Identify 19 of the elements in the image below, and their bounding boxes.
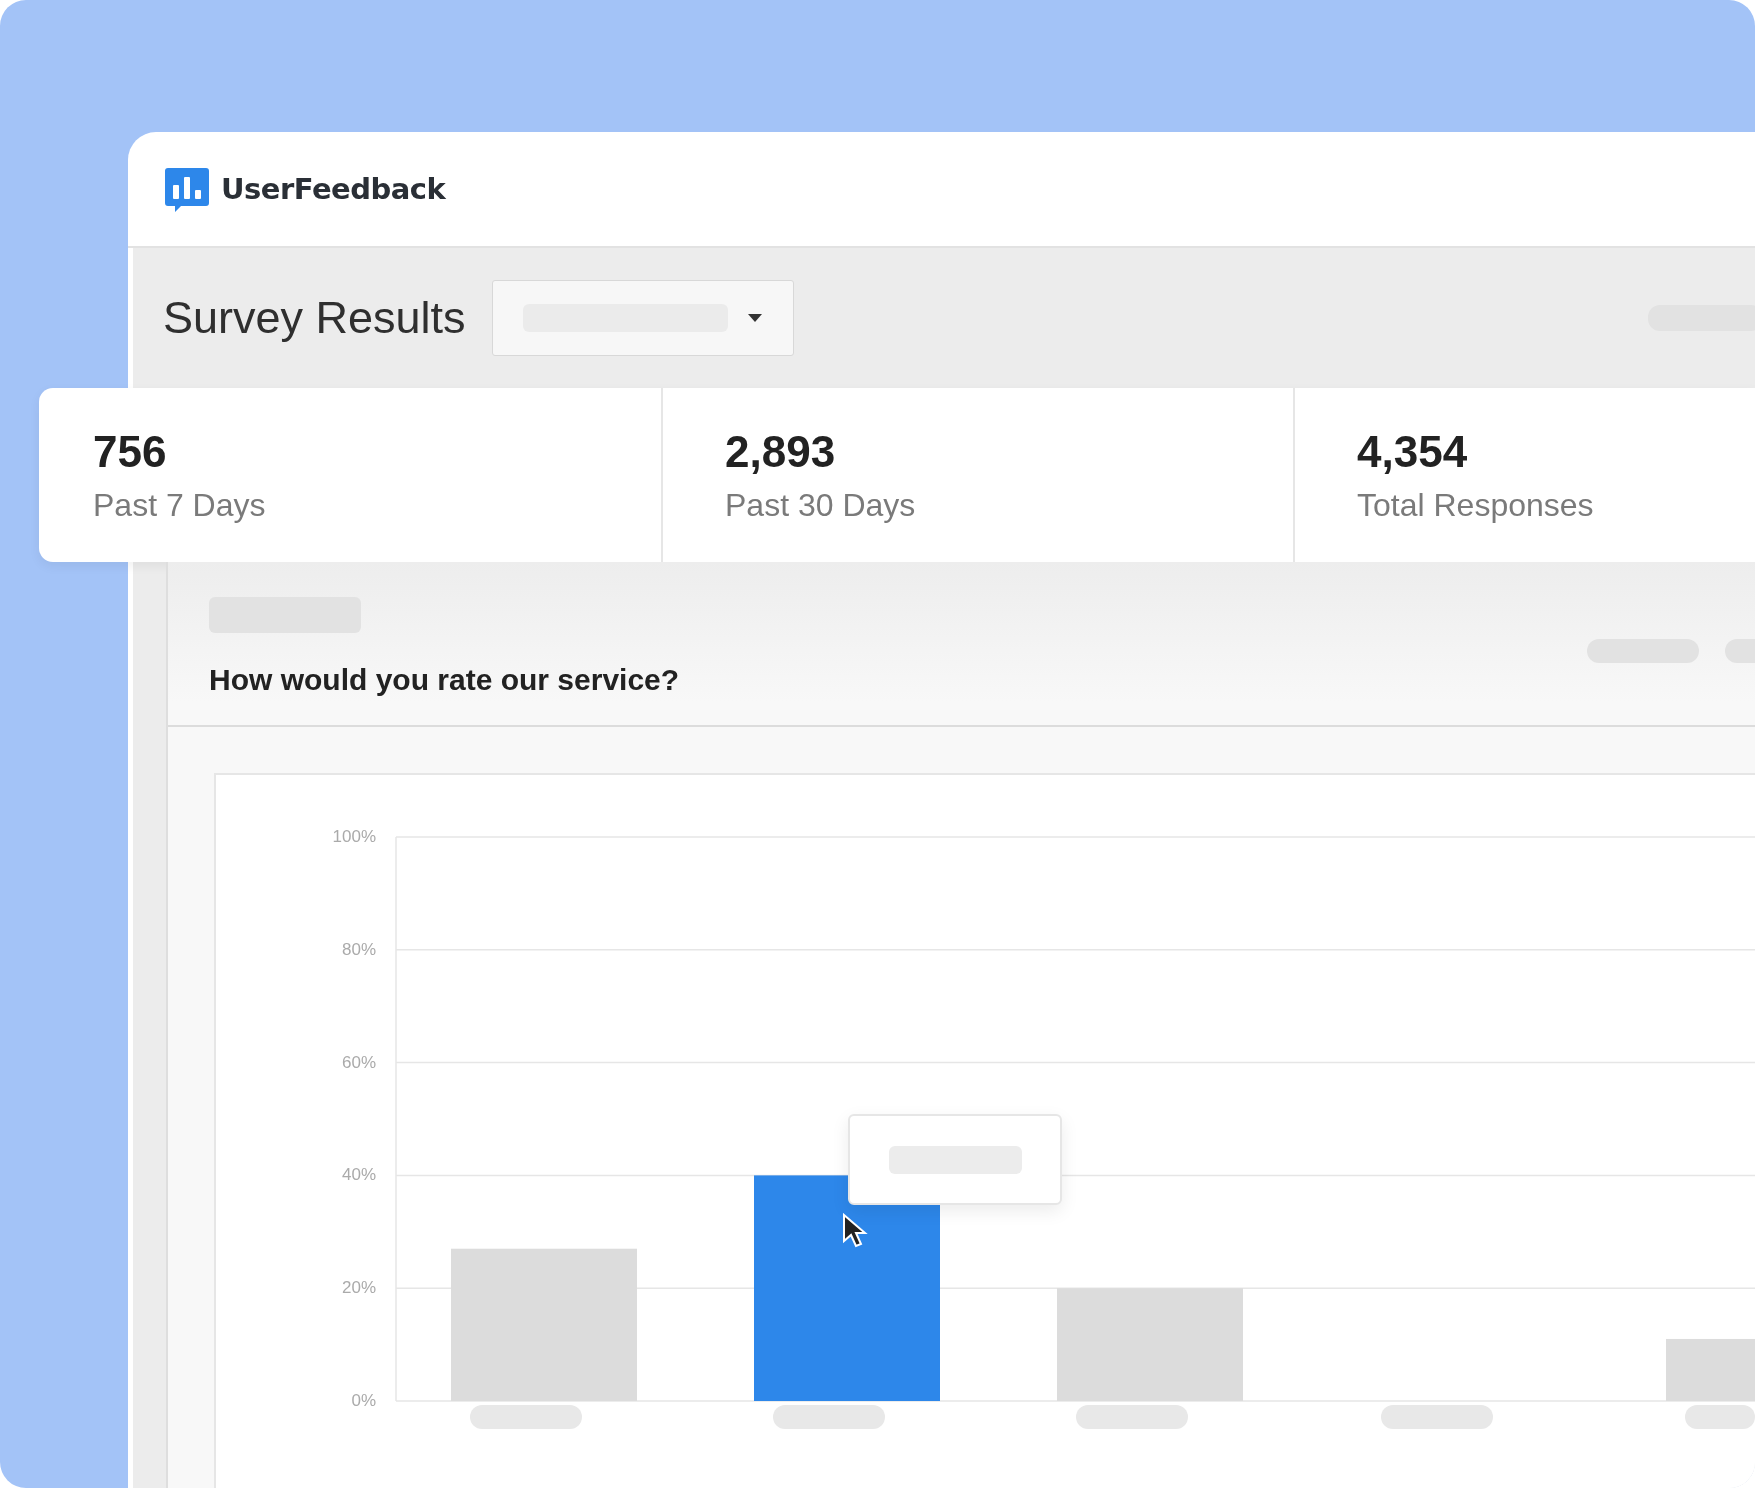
axis-tick-label: 20%: [341, 1278, 376, 1298]
page-title: Survey Results: [163, 292, 466, 344]
brand-name: UserFeedback: [221, 172, 446, 206]
question-text: How would you rate our service?: [209, 663, 680, 697]
axis-tick-label: 80%: [341, 939, 376, 959]
chart-bar[interactable]: [754, 1175, 940, 1401]
axis-tick-label: 100%: [332, 827, 376, 846]
stat-value: 4,354: [1357, 426, 1469, 477]
stat-value: 756: [93, 426, 168, 477]
caret-icon: [747, 314, 762, 322]
stat-label: Past 7 Days: [93, 486, 267, 524]
bar-chart-speech-bubble-icon: [163, 165, 211, 213]
stat-value: 2,893: [725, 426, 837, 477]
axis-tick-label: 40%: [341, 1165, 376, 1185]
axis-tick-label: 60%: [341, 1052, 376, 1072]
stat-label: Total Responses: [1357, 486, 1595, 524]
axis-tick-label: 0%: [351, 1391, 376, 1410]
stat-label: Past 30 Days: [725, 486, 917, 524]
survey-dropdown[interactable]: [491, 280, 794, 356]
